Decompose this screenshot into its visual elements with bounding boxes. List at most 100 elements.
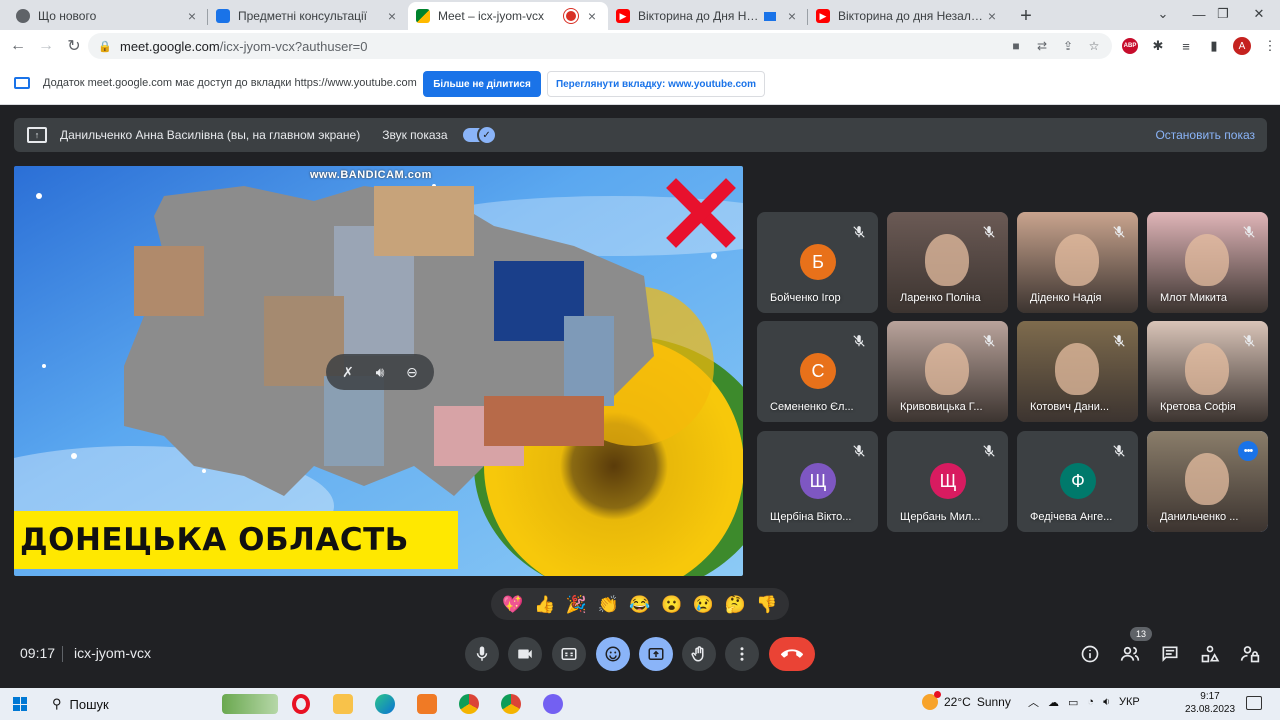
view-tab-button[interactable]: Переглянути вкладку: www.youtube.com (547, 71, 765, 97)
reaction-heart-icon[interactable]: 💖 (501, 596, 525, 613)
stop-sharing-button[interactable]: Більше не ділитися (423, 71, 541, 97)
volume-tray-icon[interactable]: 🔉︎ (1103, 696, 1110, 709)
browser-tab[interactable]: Що нового × (8, 2, 208, 30)
system-clock[interactable]: 9:17 23.08.2023 (1180, 690, 1240, 716)
close-tab-icon[interactable]: × (384, 8, 400, 24)
leave-call-button[interactable] (769, 637, 815, 671)
close-tab-icon[interactable]: × (984, 8, 1000, 24)
new-tab-button[interactable]: + (1012, 2, 1040, 30)
browser-tab[interactable]: ▶ Вікторина до Дня Незалежн × (608, 2, 808, 30)
mic-off-icon (980, 223, 998, 241)
opera-icon[interactable] (287, 690, 315, 718)
reaction-thinking-icon[interactable]: 🤔 (723, 596, 747, 613)
tile-more-icon[interactable]: ••• (1238, 441, 1258, 461)
onedrive-icon[interactable]: ☁ (1048, 696, 1059, 709)
reaction-sad-icon[interactable]: 😢 (691, 596, 715, 613)
present-icon: ↑ (27, 127, 47, 143)
participant-tile[interactable]: ••• Данильченко ... (1147, 431, 1268, 532)
media-player-icon[interactable] (413, 690, 441, 718)
participant-tile[interactable]: Млот Микита (1147, 212, 1268, 313)
reaction-clap-icon[interactable]: 👏 (596, 596, 620, 613)
profile-avatar[interactable]: A (1230, 33, 1254, 59)
viber-icon[interactable] (539, 690, 567, 718)
microphone-button[interactable] (465, 637, 499, 671)
forward-icon[interactable]: → (32, 32, 60, 60)
more-options-button[interactable] (725, 637, 759, 671)
activities-button[interactable] (1198, 642, 1222, 666)
host-controls-button[interactable] (1238, 642, 1262, 666)
participant-tile[interactable]: Ларенко Поліна (887, 212, 1008, 313)
participant-video-face (925, 343, 969, 395)
browser-tab[interactable]: ▶ Вікторина до дня Незалежності × (808, 2, 1008, 30)
participant-video-face (1185, 343, 1229, 395)
notifications-icon[interactable] (1246, 696, 1262, 710)
participant-tile[interactable]: Діденко Надія (1017, 212, 1138, 313)
presentation-controls: ✗ 🔊︎ ⊖ (326, 354, 434, 390)
reaction-laugh-icon[interactable]: 😂 (628, 596, 652, 613)
meeting-details-button[interactable] (1078, 642, 1102, 666)
taskbar-widget-image[interactable] (220, 690, 280, 718)
reload-icon[interactable]: ↻ (60, 32, 88, 60)
back-icon[interactable]: ← (4, 32, 32, 60)
close-window-icon[interactable]: ✕ (1236, 0, 1280, 28)
closed-captions-icon (561, 648, 577, 660)
taskbar-search[interactable]: ⚲ Пошук (40, 688, 218, 720)
people-button[interactable] (1118, 642, 1142, 666)
share-sound-toggle[interactable]: ✓ (462, 125, 497, 145)
adblock-icon[interactable]: ABP (1118, 33, 1142, 59)
browser-tab-active[interactable]: Meet – icx-jyom-vcx × (408, 2, 608, 30)
volume-icon[interactable]: 🔊︎ (369, 364, 391, 381)
close-tab-icon[interactable]: × (784, 8, 800, 24)
battery-icon[interactable]: ▭ (1068, 696, 1078, 709)
present-screen-icon (648, 648, 664, 660)
stop-presenting-button[interactable]: Остановить показ (1155, 128, 1255, 142)
reaction-thumbs-down-icon[interactable]: 👎 (755, 596, 779, 613)
captions-button[interactable] (552, 637, 586, 671)
extensions-icon[interactable]: ✱ (1146, 33, 1170, 59)
side-panel-icon[interactable]: ▮ (1202, 33, 1226, 59)
chrome-taskbar-icon[interactable] (455, 690, 483, 718)
share-icon[interactable]: ⇪ (1060, 38, 1076, 54)
chat-button[interactable] (1158, 642, 1182, 666)
reaction-surprised-icon[interactable]: 😮 (660, 596, 684, 613)
participant-tile[interactable]: С Семененко Єл... (757, 321, 878, 422)
close-tab-icon[interactable]: × (184, 8, 200, 24)
minimize-presentation-icon[interactable]: ⊖ (401, 364, 423, 381)
language-indicator[interactable]: УКР (1119, 696, 1140, 708)
participant-tile[interactable]: Щ Щербіна Вікто... (757, 431, 878, 532)
translate-icon[interactable]: ⇄ (1034, 38, 1050, 54)
chevron-up-icon[interactable]: ︿ (1028, 694, 1039, 710)
participant-tile[interactable]: Кретова Софія (1147, 321, 1268, 422)
bookmark-star-icon[interactable]: ☆ (1086, 38, 1102, 54)
reaction-thumbs-up-icon[interactable]: 👍 (533, 596, 557, 613)
participant-tile[interactable]: Б Бойченко Ігор (757, 212, 878, 313)
participant-tile[interactable]: Котович Дани... (1017, 321, 1138, 422)
address-bar[interactable]: 🔒 meet.google.com/icx-jyom-vcx?authuser=… (88, 33, 1112, 59)
participant-video-face (1055, 234, 1099, 286)
close-tab-icon[interactable]: × (584, 8, 600, 24)
reaction-party-icon[interactable]: 🎉 (564, 596, 588, 613)
browser-tab-strip: Що нового × Предметні консультації × Mee… (0, 0, 1280, 30)
pin-off-icon[interactable]: ✗ (337, 364, 359, 381)
participant-tile[interactable]: Кривовицька Г... (887, 321, 1008, 422)
participant-name: Млот Микита (1160, 292, 1227, 304)
weather-widget[interactable]: 22°C Sunny (922, 691, 1011, 710)
participant-tile[interactable]: Ф Федічева Анге... (1017, 431, 1138, 532)
reading-list-icon[interactable]: ≡ (1174, 33, 1198, 59)
menu-icon[interactable]: ⋮ (1258, 33, 1280, 59)
participant-video-face (1185, 234, 1229, 286)
reactions-button[interactable] (596, 637, 630, 671)
browser-tab[interactable]: Предметні консультації × (208, 2, 408, 30)
participant-avatar: Щ (930, 463, 966, 499)
camera-icon[interactable]: ■ (1008, 38, 1024, 54)
network-icon[interactable]: ◔ (1087, 696, 1094, 708)
present-button[interactable] (639, 637, 673, 671)
more-vert-icon (740, 647, 744, 661)
windows-start-button[interactable] (0, 688, 40, 720)
camera-button[interactable] (508, 637, 542, 671)
file-explorer-icon[interactable] (329, 690, 357, 718)
edge-icon[interactable] (371, 690, 399, 718)
participant-tile[interactable]: Щ Щербань Мил... (887, 431, 1008, 532)
raise-hand-button[interactable] (682, 637, 716, 671)
chrome-profile-taskbar-icon[interactable] (497, 690, 525, 718)
